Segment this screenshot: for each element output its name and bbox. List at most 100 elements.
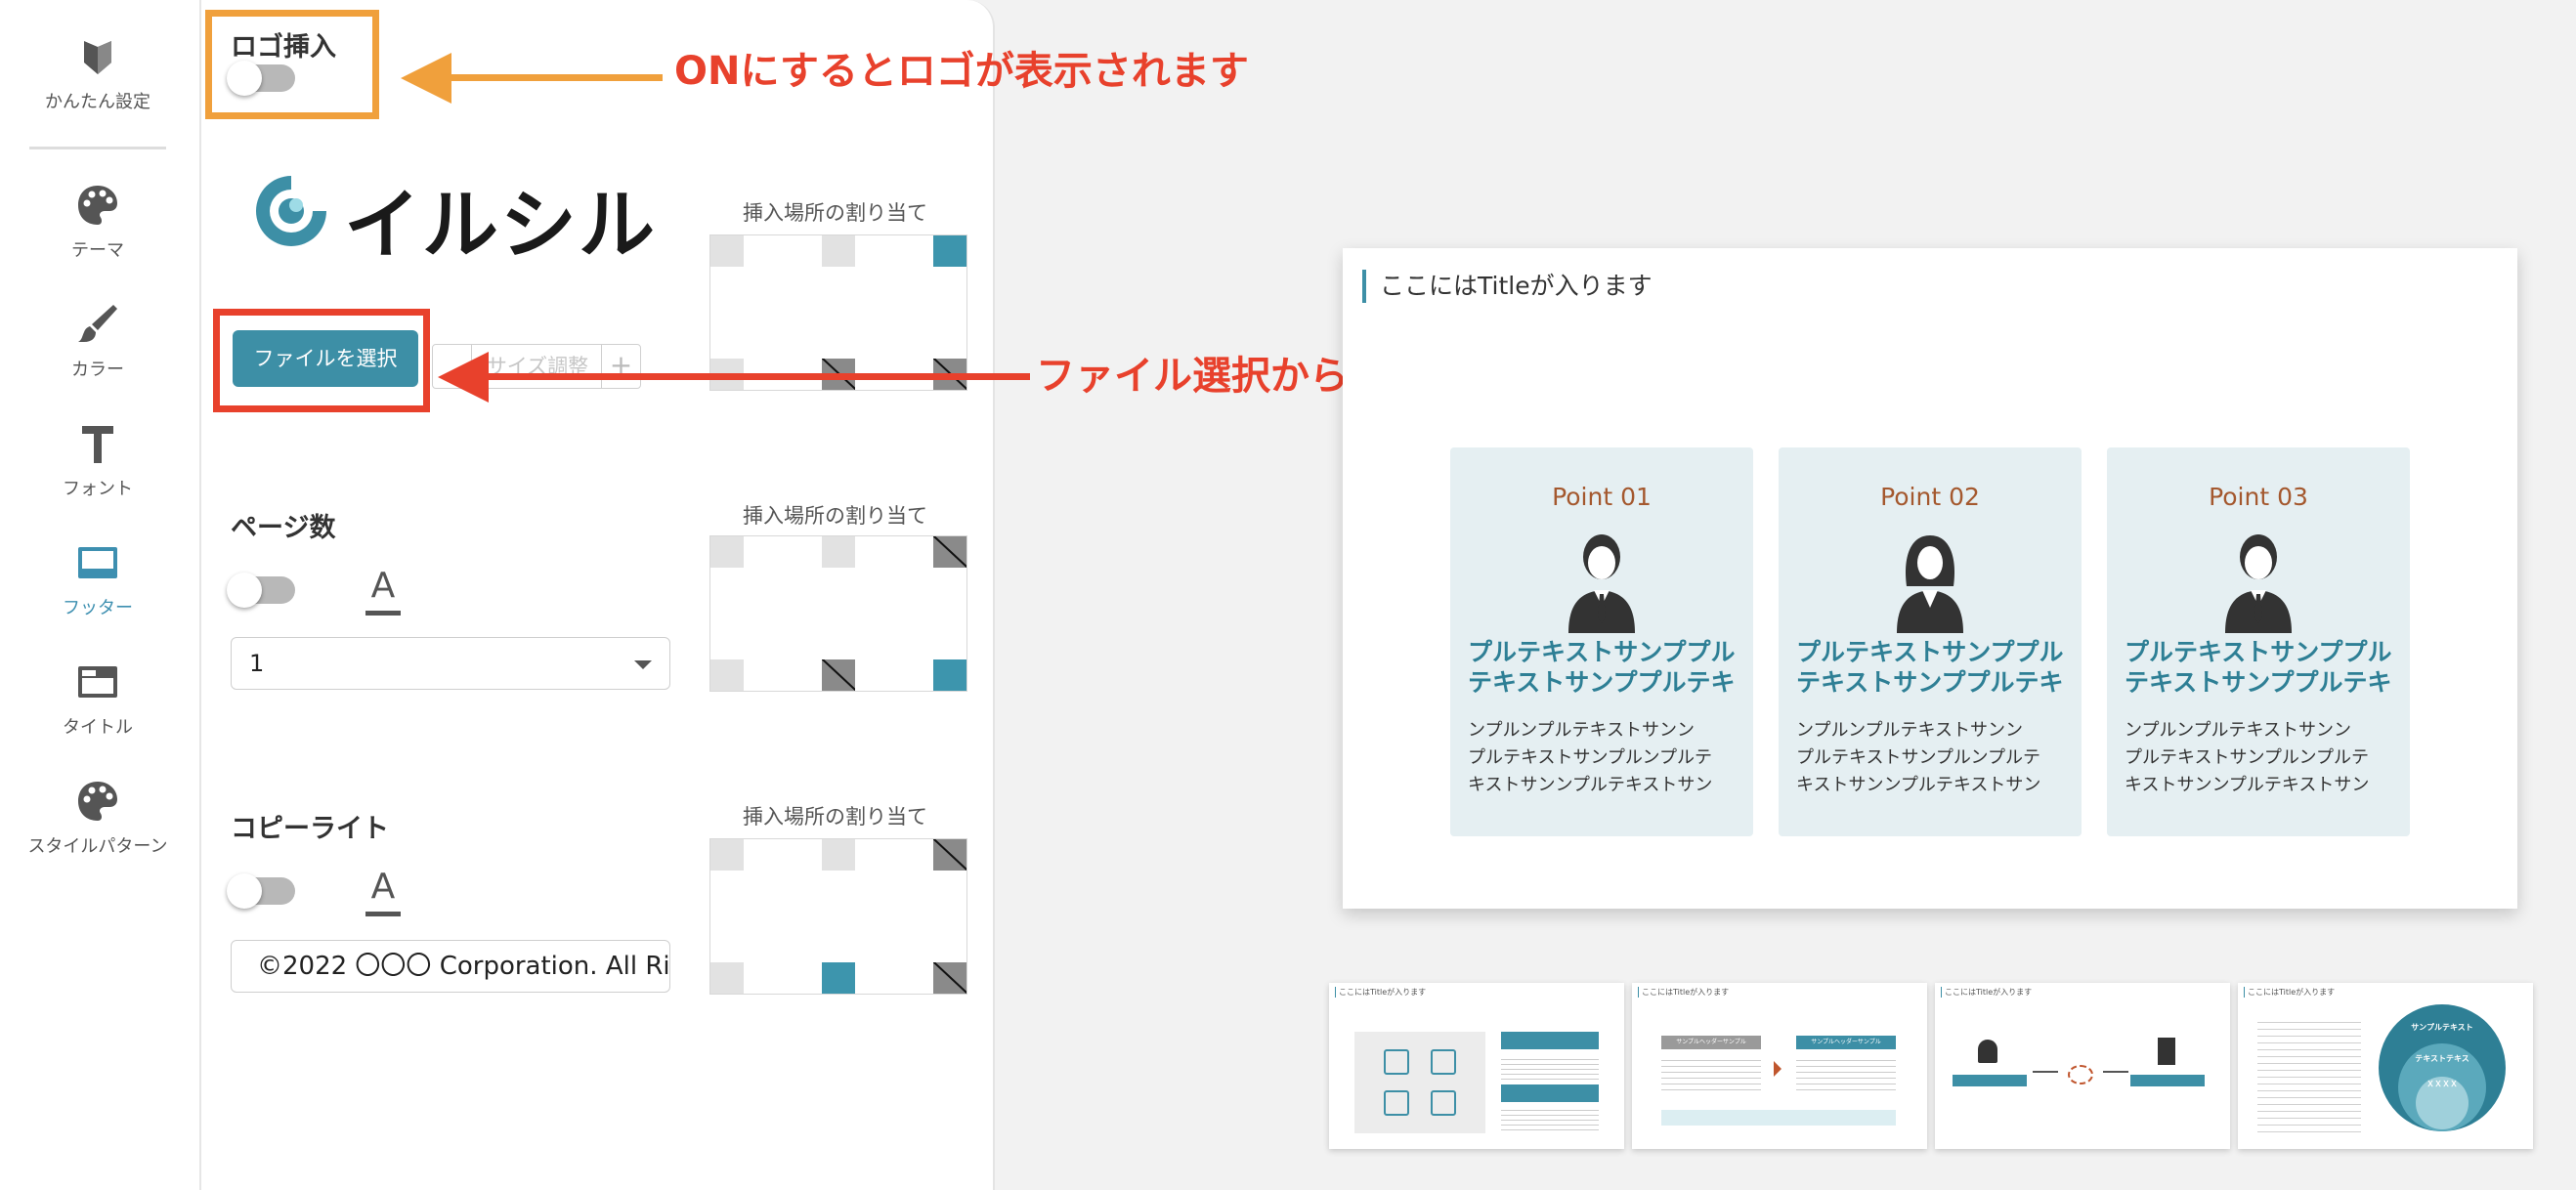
red-arrow-line: [483, 373, 1030, 380]
size-increase-button[interactable]: +: [601, 345, 640, 388]
grid-cell-top-right: [933, 536, 966, 568]
copyright-position-grid[interactable]: [709, 838, 967, 995]
footer-settings-panel: ロゴ挿入 イルシル 挿入場所の割り当て ファイルを選択 サイズ調整 + ページ数…: [201, 0, 995, 1190]
slide-thumbnail[interactable]: ここにはTitleが入ります: [1935, 983, 2230, 1149]
app-root: かんたん設定 テーマ カラー フォント フッター タイトル スタイルパターン ロ…: [0, 0, 2576, 1190]
thumb-header-gray: サンプルヘッダーサンプル: [1661, 1036, 1761, 1049]
slide-thumbnail[interactable]: ここにはTitleが入ります サンプルテキスト テキストテキス ＸＸＸＸ: [2238, 983, 2533, 1149]
thumb-text-lines: [1501, 1106, 1599, 1131]
title-layout-icon: [78, 666, 117, 698]
thumbnail-title: ここにはTitleが入ります: [1335, 987, 1426, 998]
card-body: キストサンンプルテキストサン: [2125, 775, 2370, 795]
businessman-icon: [1568, 534, 1635, 633]
font-color-icon[interactable]: A: [364, 868, 403, 916]
red-arrow-head: [438, 352, 489, 403]
size-stepper-label: サイズ調整: [486, 355, 589, 378]
grid-cell-top-right: [933, 839, 966, 871]
sidebar-item-theme[interactable]: テーマ: [0, 182, 195, 262]
layout-icon: [1431, 1090, 1456, 1116]
card-body: プルテキストサンプルンプルテ: [1468, 747, 1713, 768]
select-value: 1: [249, 650, 265, 677]
thumb-label-bar: [1953, 1075, 2027, 1086]
chevron-down-icon: [634, 660, 652, 669]
thumb-arrow-icon: [1774, 1061, 1782, 1077]
sidebar-item-label: カラー: [71, 360, 124, 380]
rail-divider: [29, 147, 166, 149]
card-body: ンプルンプルテキストサンン: [1796, 720, 2024, 741]
orange-arrow-line: [446, 74, 663, 81]
grid-cell-bottom-right: [933, 962, 966, 994]
grid-cell-top-center[interactable]: [822, 839, 855, 871]
page-start-select[interactable]: 1: [231, 637, 670, 690]
connector-line: [2103, 1071, 2128, 1073]
point-label: Point 02: [1880, 483, 1980, 511]
slide-thumbnail[interactable]: ここにはTitleが入ります: [1329, 983, 1624, 1149]
font-t-icon: [82, 426, 113, 463]
grid-cell-top-center[interactable]: [822, 536, 855, 568]
font-color-icon[interactable]: A: [364, 567, 403, 616]
card-body: プルテキストサンプルンプルテ: [2125, 747, 2370, 768]
sidebar-item-footer[interactable]: フッター: [0, 539, 195, 619]
thumbnail-title: ここにはTitleが入ります: [2244, 987, 2335, 998]
thumb-bullet-list: [2257, 1016, 2361, 1133]
sidebar-item-label: タイトル: [63, 717, 133, 738]
sidebar-item-color[interactable]: カラー: [0, 301, 195, 381]
toggle-knob: [227, 573, 262, 608]
footer-icon: [78, 547, 117, 578]
grid-cell-bottom-left[interactable]: [710, 962, 744, 994]
businesswoman-icon: [1897, 535, 1963, 633]
slide-thumbnail[interactable]: ここにはTitleが入ります サンプルヘッダーサンプル サンプルヘッダーサンプル: [1632, 983, 1927, 1149]
toggle-knob: [227, 873, 262, 909]
grid-cell-bottom-left[interactable]: [710, 659, 744, 691]
logo-wordmark: イルシル: [344, 182, 658, 270]
logo-toggle-highlight: [205, 10, 379, 119]
page-number-section-title: ページ数: [231, 513, 336, 543]
grid-cell-top-left[interactable]: [710, 536, 744, 568]
sidebar-item-font[interactable]: フォント: [0, 420, 195, 500]
orange-arrow-head: [401, 53, 451, 104]
businessman-icon: [2225, 534, 2292, 633]
card-heading: プルテキストサンププル: [1468, 638, 1736, 666]
circle-label-inner: ＸＸＸＸ: [2426, 1080, 2458, 1088]
icon-panel: [1354, 1032, 1485, 1133]
page-number-toggle[interactable]: [227, 573, 295, 608]
grid-cell-top-left[interactable]: [710, 839, 744, 871]
sidebar-item-title[interactable]: タイトル: [0, 659, 195, 739]
card-body: ンプルンプルテキストサンン: [2125, 720, 2352, 741]
logo-position-grid[interactable]: [709, 234, 967, 391]
file-select-highlight: [213, 309, 430, 412]
point-label: Point 03: [2209, 483, 2308, 511]
slide-title: ここにはTitleが入ります: [1362, 270, 1653, 303]
thumbnail-title: ここにはTitleが入ります: [1638, 987, 1729, 998]
grid-cell-bottom-center[interactable]: [822, 962, 855, 994]
thumb-text-lines: [1661, 1055, 1761, 1094]
grid-cell-top-left[interactable]: [710, 235, 744, 267]
logo-grid-label: 挿入場所の割り当て: [743, 201, 927, 225]
thumb-text-lines: [1501, 1055, 1599, 1081]
sidebar-item-label: フォント: [63, 479, 133, 499]
beginner-mark-icon: [84, 41, 111, 74]
card-body: ンプルンプルテキストサンン: [1468, 720, 1696, 741]
chart-icon: [1384, 1049, 1409, 1075]
grid-cell-bottom-right[interactable]: [933, 659, 966, 691]
palette-icon: [78, 186, 117, 225]
card-heading: テキストサンププルテキ: [2125, 668, 2392, 697]
circle-label-middle: テキストテキス: [2415, 1054, 2469, 1063]
grid-cell-top-right[interactable]: [933, 235, 966, 267]
copyright-input[interactable]: ©2022 〇〇〇 Corporation. All Rights Reserv…: [231, 940, 670, 993]
circle-label-outer: サンプルテキスト: [2411, 1023, 2473, 1032]
shapes-icon: [1431, 1049, 1456, 1075]
handshake-icon: [2068, 1065, 2093, 1084]
thumb-header-bar: [1501, 1084, 1599, 1102]
grid-cell-top-center[interactable]: [822, 235, 855, 267]
card-body: キストサンンプルテキストサン: [1468, 775, 1713, 795]
point-label: Point 01: [1552, 483, 1652, 511]
card-heading: プルテキストサンププル: [1796, 638, 2064, 666]
page-grid-label: 挿入場所の割り当て: [743, 504, 927, 528]
brush-icon: [78, 305, 117, 342]
page-position-grid[interactable]: [709, 535, 967, 692]
copyright-toggle[interactable]: [227, 873, 295, 909]
sidebar-item-easy-settings[interactable]: かんたん設定: [0, 33, 195, 113]
sidebar-item-style-pattern[interactable]: スタイルパターン: [0, 778, 195, 858]
thumbnail-title: ここにはTitleが入ります: [1941, 987, 2032, 998]
